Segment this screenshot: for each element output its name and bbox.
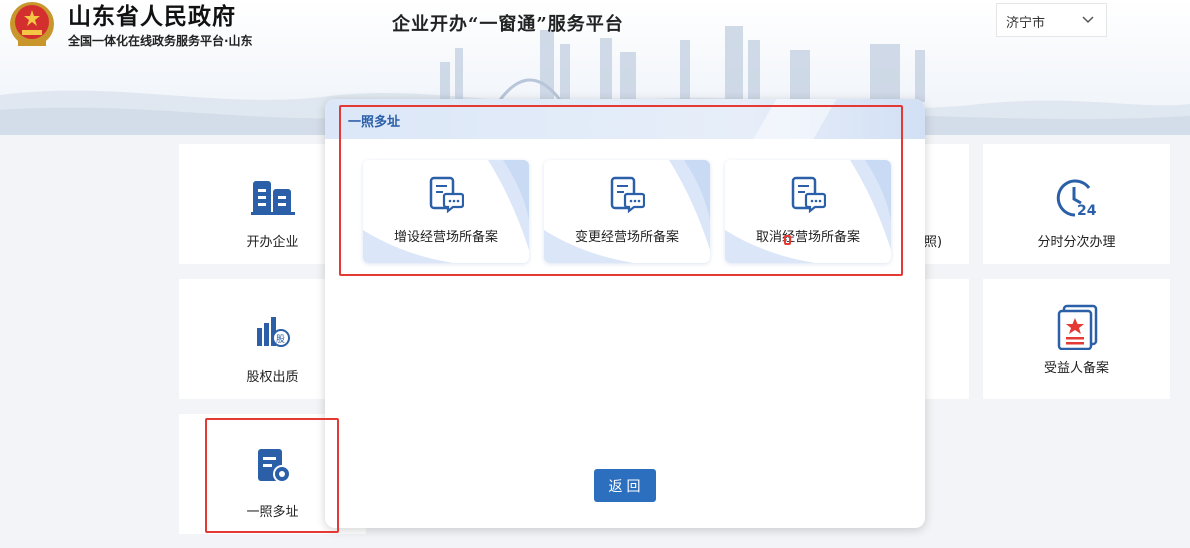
equity-chart-icon: 股: [256, 317, 290, 347]
tile-fenshi-banli[interactable]: 24 分时分次办理: [983, 144, 1170, 264]
city-select-value: 济宁市: [1006, 16, 1046, 31]
gov-title[interactable]: 山东省人民政府: [68, 0, 236, 31]
tile-shouyiren-beian[interactable]: 受益人备案: [983, 279, 1170, 399]
clock-24-icon: 24: [1056, 179, 1097, 218]
platform-title: 企业开办“一窗通”服务平台: [392, 14, 624, 35]
tile-label: 照): [924, 235, 943, 250]
national-emblem-logo: [10, 2, 54, 46]
tile-label: 分时分次办理: [1037, 235, 1116, 250]
tile-hidden-partial[interactable]: 照): [920, 144, 969, 264]
city-select[interactable]: 济宁市: [996, 3, 1107, 37]
tile-hidden-blank[interactable]: [920, 279, 969, 399]
svg-text:24: 24: [1077, 203, 1097, 218]
svg-text:股: 股: [276, 334, 285, 345]
buildings-icon: [250, 181, 295, 215]
certificate-star-icon: [1057, 304, 1097, 350]
back-button[interactable]: 返回: [594, 469, 656, 502]
tile-label: 受益人备案: [1043, 361, 1109, 376]
gov-subtitle: 全国一体化在线政务服务平台·山东: [68, 34, 253, 48]
highlight-box-cards: [339, 105, 903, 276]
click-marker: [784, 235, 791, 245]
chevron-down-icon: [1082, 16, 1094, 24]
highlight-box-tile: [205, 418, 339, 533]
